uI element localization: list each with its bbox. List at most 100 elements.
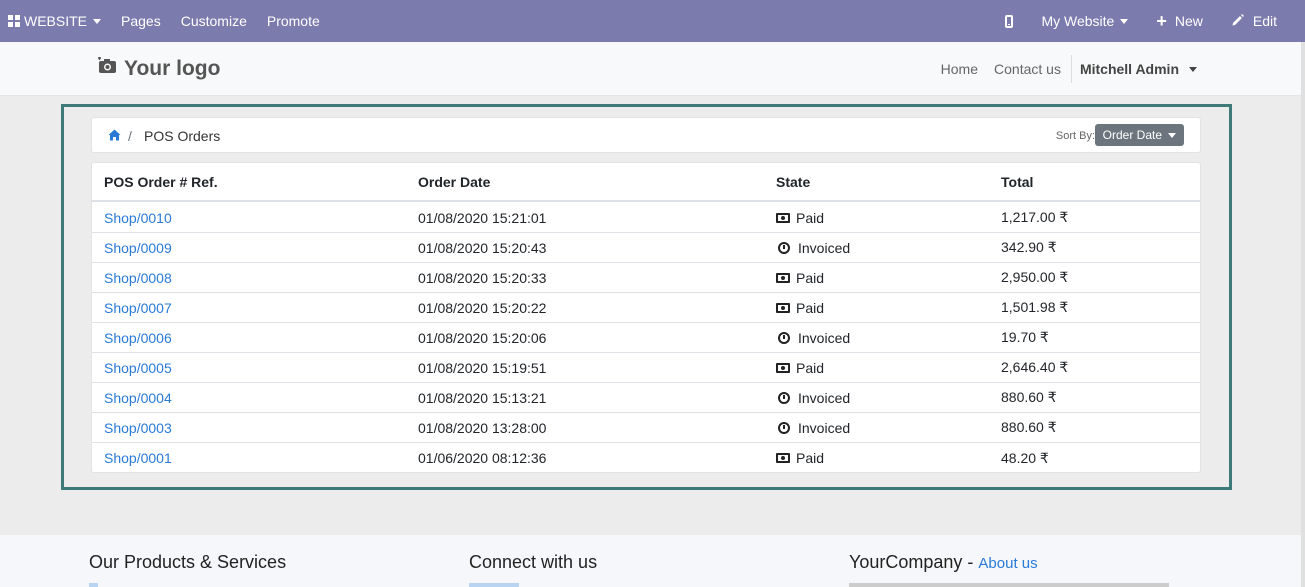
order-ref-link[interactable]: Shop/0005 (104, 360, 172, 376)
money-icon (776, 272, 790, 283)
clock-icon (778, 331, 790, 344)
footer-connect-title: Connect with us (469, 552, 598, 572)
site-footer: Our Products & Services Connect with us … (0, 535, 1305, 587)
order-state: Invoiced (776, 383, 850, 412)
order-state-label: Paid (796, 209, 825, 226)
edit-button[interactable]: Edit (1213, 0, 1287, 42)
chevron-down-icon (1120, 18, 1129, 24)
pencil-icon (1231, 13, 1245, 30)
order-state-label: Paid (796, 450, 825, 466)
order-total: 48.20 ₹ (1001, 449, 1049, 466)
order-state: Paid (776, 293, 824, 322)
website-menu-button[interactable]: WEBSITE (0, 0, 111, 42)
table-row[interactable]: Shop/0009 01/08/2020 15:20:43 Invoiced 342.… (92, 233, 1200, 263)
clock-icon (778, 241, 790, 254)
order-ref-link[interactable]: Shop/0010 (104, 210, 172, 226)
mobile-preview-button[interactable] (987, 0, 1031, 42)
nav-contact-us[interactable]: Contact us (986, 61, 1069, 77)
topbar-right: My Website + New Edit (987, 0, 1305, 42)
main-nav: Home Contact us Mitchell Admin (933, 42, 1197, 96)
sort-by-label: Sort By: (1055, 130, 1095, 142)
table-row[interactable]: Shop/0008 01/08/2020 15:20:33 Paid 2,950.00… (92, 263, 1200, 293)
order-date: 01/08/2020 15:20:22 (418, 299, 547, 316)
footer-company-sep: - (962, 552, 979, 572)
page-scrollbar[interactable] (1301, 42, 1305, 587)
clock-icon (778, 391, 790, 404)
breadcrumb-separator: / (128, 128, 132, 144)
order-date: 01/08/2020 15:20:06 (418, 329, 547, 346)
order-state: Invoiced (776, 233, 850, 262)
edit-label: Edit (1252, 13, 1277, 29)
order-total: 1,217.00 ₹ (1001, 209, 1069, 225)
my-website-label: My Website (1041, 13, 1115, 29)
order-ref-link[interactable]: Shop/0008 (104, 270, 172, 286)
order-total: 880.60 ₹ (1001, 419, 1057, 435)
table-row[interactable]: Shop/0003 01/08/2020 13:28:00 Invoiced 880.… (92, 413, 1200, 443)
column-header-total: Total (1001, 173, 1034, 190)
column-header-date: Order Date (418, 173, 491, 190)
order-ref-link[interactable]: Shop/0006 (104, 330, 172, 346)
order-state-label: Paid (796, 359, 825, 376)
promote-menu[interactable]: Promote (257, 0, 330, 42)
order-state-label: Invoiced (798, 239, 851, 256)
order-date: 01/06/2020 08:12:36 (418, 450, 547, 466)
chevron-down-icon (1168, 132, 1176, 138)
table-row[interactable]: Shop/0006 01/08/2020 15:20:06 Invoiced 19.7… (92, 323, 1200, 353)
money-icon (776, 302, 790, 313)
order-state-label: Paid (796, 299, 825, 316)
footer-link-fragment[interactable] (89, 583, 98, 587)
order-state-label: Invoiced (798, 329, 851, 346)
my-website-dropdown[interactable]: My Website (1031, 0, 1138, 42)
pages-menu[interactable]: Pages (111, 0, 171, 42)
order-date: 01/08/2020 15:13:21 (418, 389, 547, 406)
order-state: Invoiced (776, 413, 850, 442)
order-total: 342.90 ₹ (1001, 239, 1057, 255)
table-row[interactable]: Shop/0005 01/08/2020 15:19:51 Paid 2,646.40… (92, 353, 1200, 383)
order-date: 01/08/2020 15:19:51 (418, 359, 547, 376)
home-icon[interactable] (108, 128, 121, 144)
table-row[interactable]: Shop/0007 01/08/2020 15:20:22 Paid 1,501.98… (92, 293, 1200, 323)
order-date: 01/08/2020 13:28:00 (418, 419, 547, 436)
footer-company-name: YourCompany (849, 552, 963, 572)
order-state-label: Invoiced (798, 389, 851, 406)
chevron-down-icon (1189, 66, 1197, 72)
user-menu[interactable]: Mitchell Admin (1072, 61, 1197, 77)
customize-menu[interactable]: Customize (171, 0, 257, 42)
orders-table: POS Order # Ref. Order Date State Total … (91, 162, 1201, 473)
order-state-label: Paid (796, 269, 825, 286)
sort-value: Order Date (1102, 128, 1162, 142)
money-icon (776, 453, 790, 463)
order-total: 2,950.00 ₹ (1001, 269, 1069, 285)
site-header: Your logo Home Contact us Mitchell Admin (0, 42, 1305, 96)
user-name: Mitchell Admin (1079, 61, 1179, 77)
order-ref-link[interactable]: Shop/0007 (104, 300, 172, 316)
order-ref-link[interactable]: Shop/0003 (104, 420, 172, 436)
new-button[interactable]: + New (1138, 0, 1213, 42)
order-state: Paid (776, 443, 824, 473)
table-header-row: POS Order # Ref. Order Date State Total (92, 163, 1200, 202)
table-row[interactable]: Shop/0010 01/08/2020 15:21:01 Paid 1,217.00… (92, 203, 1200, 233)
apps-grid-icon (8, 15, 20, 27)
table-row[interactable]: Shop/0001 01/06/2020 08:12:36 Paid 48.20 ₹ (92, 443, 1200, 473)
footer-link-fragment[interactable] (469, 583, 519, 587)
camera-icon (98, 57, 118, 81)
nav-home[interactable]: Home (933, 61, 986, 77)
order-ref-link[interactable]: Shop/0004 (104, 390, 172, 406)
logo-text: Your logo (124, 57, 221, 80)
order-ref-link[interactable]: Shop/0009 (104, 240, 172, 256)
table-row[interactable]: Shop/0004 01/08/2020 15:13:21 Invoiced 880.… (92, 383, 1200, 413)
editor-topbar: WEBSITE Pages Customize Promote My Websi… (0, 0, 1305, 42)
order-date: 01/08/2020 15:20:43 (418, 239, 547, 256)
order-state: Paid (776, 203, 824, 232)
site-logo[interactable]: Your logo (98, 57, 220, 81)
order-state: Paid (776, 263, 824, 292)
order-total: 880.60 ₹ (1001, 389, 1057, 405)
footer-about-link[interactable]: About us (978, 555, 1037, 572)
sort-dropdown-button[interactable]: Order Date (1094, 124, 1184, 146)
order-ref-link[interactable]: Shop/0001 (104, 450, 172, 466)
money-icon (776, 212, 790, 223)
clock-icon (778, 421, 790, 434)
footer-text-fragment (849, 583, 1169, 587)
breadcrumb: / POS Orders Sort By: Order Date (91, 117, 1201, 153)
footer-company-title: YourCompany - About us (849, 552, 1038, 573)
